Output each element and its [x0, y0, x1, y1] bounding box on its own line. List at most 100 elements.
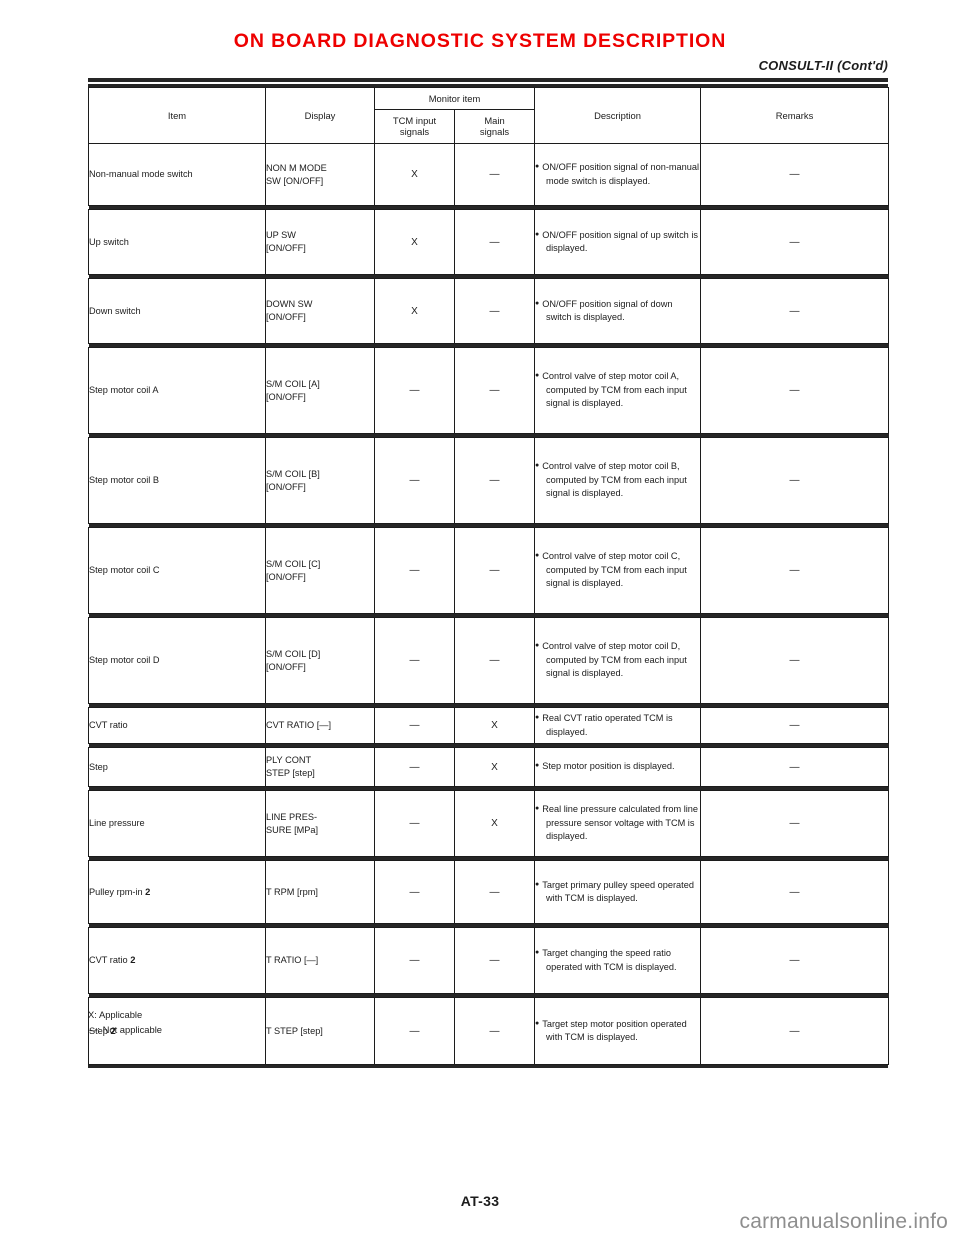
- item-label: Up switch: [89, 236, 129, 247]
- table-row: Line pressure LINE PRES- SURE [MPa] — X ● Real…: [88, 790, 890, 857]
- footnote-applicable: X: Applicable: [88, 1009, 143, 1020]
- cell-main-signal: —: [453, 860, 536, 924]
- item-label: Step: [89, 761, 108, 772]
- column-header-monitor-item: Monitor item: [373, 87, 536, 110]
- display-line2: [ON/OFF]: [266, 661, 306, 672]
- footnotes: X: Applicable —: Not applicable: [88, 1008, 162, 1037]
- cell-display: CVT RATIO [—]: [265, 707, 375, 744]
- bullet-icon: ●: [535, 230, 540, 238]
- display-line1: T RATIO [—]: [266, 955, 319, 966]
- description-text: ON/OFF position signal of up switch is d…: [542, 229, 698, 253]
- cell-main-signal: X: [453, 707, 536, 744]
- cell-remarks: —: [700, 527, 890, 614]
- cell-display: S/M COIL [A] [ON/OFF]: [265, 347, 375, 434]
- cell-remarks: —: [700, 927, 890, 994]
- item-note-marker: 2: [130, 954, 136, 966]
- table-row: Step motor coil A S/M COIL [A] [ON/OFF] — — ●…: [88, 347, 890, 434]
- cell-remarks: —: [700, 278, 890, 344]
- description-bullet-line: ● Target step motor position operated wit…: [535, 1018, 700, 1045]
- description-bullet-line: ● Control valve of step motor coil D, com…: [535, 640, 700, 680]
- cell-description: ● Target changing the speed ratio operate…: [534, 927, 702, 994]
- cell-remarks: —: [700, 437, 890, 524]
- display-line1: S/M COIL [C]: [266, 558, 321, 569]
- cell-display: PLY CONT STEP [step]: [265, 747, 375, 787]
- cell-description: ● Control valve of step motor coil D, com…: [534, 617, 702, 704]
- cell-tcm-input-signal: —: [374, 860, 455, 924]
- cell-item: Line pressure: [88, 790, 266, 857]
- column-header-remarks: Remarks: [700, 87, 890, 144]
- description-text: Control valve of step motor coil B, comp…: [542, 461, 687, 499]
- cell-remarks: —: [700, 143, 890, 206]
- cell-display: S/M COIL [B] [ON/OFF]: [265, 437, 375, 524]
- bullet-icon: ●: [535, 552, 540, 560]
- bullet-icon: ●: [535, 163, 540, 171]
- bullet-icon: ●: [535, 805, 540, 813]
- cell-description: ● Target step motor position operated wit…: [534, 997, 702, 1065]
- display-line1: S/M COIL [B]: [266, 468, 320, 479]
- cell-display: T RPM [rpm]: [265, 860, 375, 924]
- cell-item: Step: [88, 747, 266, 787]
- display-line1: T STEP [step]: [266, 1025, 323, 1036]
- description-bullet-line: ● Control valve of step motor coil A, com…: [535, 370, 700, 410]
- description-text: Control valve of step motor coil C, comp…: [542, 551, 687, 589]
- cell-remarks: —: [700, 997, 890, 1065]
- display-line2: [ON/OFF]: [266, 312, 306, 322]
- cell-description: ● ON/OFF position signal of down switch i…: [534, 278, 702, 344]
- cell-main-signal: —: [453, 209, 536, 275]
- table-row: CVT ratio CVT RATIO [—] — X ● Real CVT ratio …: [88, 707, 890, 744]
- cell-description: ● Control valve of step motor coil A, com…: [534, 347, 702, 434]
- cell-remarks: —: [700, 790, 890, 857]
- description-bullet-line: ● ON/OFF position signal of down switch i…: [535, 298, 700, 325]
- item-label: Step motor coil D: [89, 655, 160, 666]
- cell-remarks: —: [700, 707, 890, 744]
- cell-tcm-input-signal: —: [374, 617, 455, 704]
- cell-tcm-input-signal: X: [374, 278, 455, 344]
- item-label: Step motor coil B: [89, 475, 159, 486]
- description-text: ON/OFF position signal of down switch is…: [542, 298, 673, 322]
- description-text: ON/OFF position signal of non-manual mod…: [542, 162, 700, 186]
- description-text: Step motor position is displayed.: [542, 761, 675, 772]
- display-line2: SURE [MPa]: [266, 824, 319, 835]
- display-line1: UP SW: [266, 230, 296, 241]
- tcm-input-signals-line1: TCM input: [392, 114, 437, 126]
- item-label: Line pressure: [89, 818, 145, 829]
- cell-main-signal: —: [453, 997, 536, 1065]
- cell-remarks: —: [700, 617, 890, 704]
- description-text: Control valve of step motor coil A, comp…: [542, 371, 687, 409]
- display-line2: [ON/OFF]: [266, 391, 306, 402]
- description-text: Target step motor position operated with…: [542, 1018, 687, 1042]
- cell-main-signal: —: [453, 437, 536, 524]
- bullet-icon: ●: [535, 714, 540, 722]
- item-label: Down switch: [89, 305, 141, 316]
- cell-remarks: —: [700, 209, 890, 275]
- cell-display: DOWN SW [ON/OFF]: [265, 278, 375, 344]
- column-header-item: Item: [88, 87, 266, 144]
- cell-tcm-input-signal: —: [374, 997, 455, 1065]
- column-header-tcm-input-signals: TCM input signals: [374, 108, 455, 145]
- column-header-description: Description: [534, 87, 702, 144]
- cell-description: ● Target primary pulley speed operated wi…: [534, 860, 702, 924]
- tcm-input-signals-line2: signals: [399, 126, 430, 138]
- display-line2: [ON/OFF]: [266, 571, 306, 582]
- cell-item: Pulley rpm-in 2: [88, 860, 266, 924]
- description-bullet-line: ● ON/OFF position signal of non-manual mo…: [535, 161, 700, 188]
- page-number: AT-33: [460, 1193, 500, 1209]
- cell-item: Step motor coil D: [88, 617, 266, 704]
- display-line1: S/M COIL [D]: [266, 648, 321, 659]
- cell-tcm-input-signal: —: [374, 347, 455, 434]
- cell-display: S/M COIL [D] [ON/OFF]: [265, 617, 375, 704]
- item-label: Pulley rpm-in: [89, 886, 143, 897]
- cell-item: CVT ratio 2: [88, 927, 266, 994]
- display-line1: CVT RATIO [—]: [266, 720, 331, 731]
- cell-tcm-input-signal: X: [374, 209, 455, 275]
- description-text: Target changing the speed ratio operated…: [542, 948, 677, 972]
- display-line1: DOWN SW: [266, 299, 313, 310]
- table-row: Pulley rpm-in 2T RPM [rpm] — — ● Target prim…: [88, 860, 890, 924]
- main-signals-line1: Main: [484, 114, 505, 126]
- description-bullet-line: ● Real CVT ratio operated TCM is displaye…: [535, 712, 700, 739]
- cell-item: Step motor coil B: [88, 437, 266, 524]
- table-row: Step motor coil B S/M COIL [B] [ON/OFF] — — ●…: [88, 437, 890, 524]
- top-rule-1: [88, 78, 888, 82]
- spec-table-wrap: Item Display Monitor item Description Re…: [88, 78, 890, 1068]
- main-signals-line2: signals: [479, 126, 510, 138]
